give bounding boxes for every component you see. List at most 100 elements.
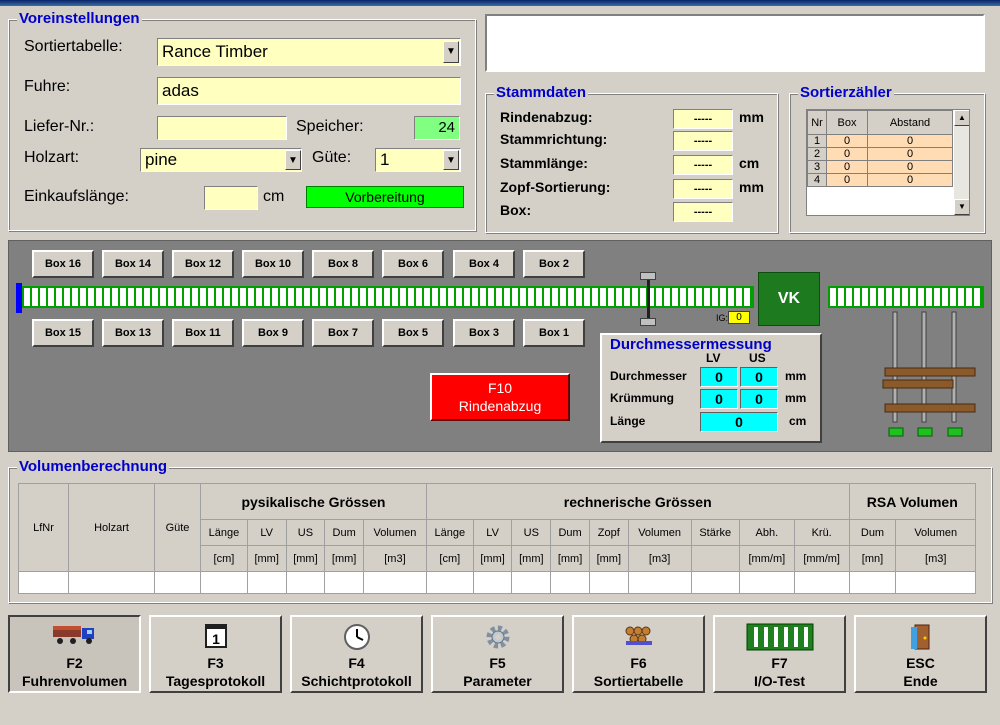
column-header: [m3] — [627, 545, 692, 572]
box-button[interactable]: Box 6 — [382, 250, 444, 278]
table-row[interactable]: 200 — [807, 147, 953, 161]
function-key-label: Schichtprotokoll — [301, 673, 412, 689]
function-key-f3[interactable]: 1 F3 Tagesprotokoll — [149, 615, 282, 693]
table-row[interactable]: 300 — [807, 160, 953, 174]
function-key-f5[interactable]: F5 Parameter — [431, 615, 564, 693]
column-header: [mm] — [550, 545, 590, 572]
master-data-unit: mm — [739, 109, 764, 125]
table-row[interactable]: 100 — [807, 134, 953, 148]
sorting-boxes-illustration — [882, 311, 976, 437]
wood-type-label: Holzart: — [24, 149, 80, 166]
box-button[interactable]: Box 16 — [32, 250, 94, 278]
circuit-board-icon — [715, 623, 844, 651]
box-button[interactable]: Box 15 — [32, 319, 94, 347]
delivery-no-label: Liefer-Nr.: — [24, 118, 95, 135]
scroll-down-icon[interactable]: ▼ — [954, 199, 969, 215]
column-header: Krü. — [793, 519, 850, 546]
bark-removal-button[interactable]: F10 Rindenabzug — [430, 373, 570, 421]
box-button[interactable]: Box 5 — [382, 319, 444, 347]
sort-table-select[interactable]: Rance Timber — [157, 38, 461, 66]
svg-text:1: 1 — [212, 631, 220, 647]
box-button[interactable]: Box 14 — [102, 250, 164, 278]
box-button[interactable]: Box 10 — [242, 250, 304, 278]
column-header: Nr — [807, 110, 827, 135]
function-key-label: I/O-Test — [753, 673, 806, 689]
box-button[interactable]: Box 7 — [312, 319, 374, 347]
diameter-unit: mm — [785, 369, 807, 383]
counter-nr: 4 — [807, 173, 827, 187]
chevron-down-icon[interactable]: ▼ — [285, 150, 301, 170]
column-header: [mm] — [511, 545, 552, 572]
group-header-rsa: RSA Volumen — [848, 483, 976, 520]
column-header: Länge — [200, 519, 248, 546]
table-row[interactable]: 400 — [807, 173, 953, 187]
clock-icon — [292, 623, 421, 651]
counter-distance: 0 — [867, 173, 953, 187]
column-header: Zopf — [588, 519, 629, 546]
logs-icon — [574, 623, 703, 651]
scroll-up-icon[interactable]: ▲ — [954, 110, 969, 126]
column-header: Abh. — [738, 519, 795, 546]
chevron-down-icon[interactable]: ▼ — [443, 150, 459, 170]
table-row[interactable] — [18, 571, 976, 594]
counter-nr: 1 — [807, 134, 827, 148]
box-button[interactable]: Box 3 — [453, 319, 515, 347]
master-data-value: ----- — [673, 131, 733, 151]
column-header: [mm] — [285, 545, 326, 572]
column-header: Länge — [425, 519, 474, 546]
box-button[interactable]: Box 8 — [312, 250, 374, 278]
master-data-value: ----- — [673, 179, 733, 199]
wood-type-select[interactable]: pine — [140, 148, 302, 172]
box-button[interactable]: Box 1 — [523, 319, 585, 347]
function-key-code: F6 — [630, 655, 647, 671]
sort-table-label: Sortiertabelle: — [24, 38, 123, 55]
column-header: US — [511, 519, 552, 546]
chevron-down-icon[interactable]: ▼ — [443, 41, 459, 63]
function-key-f6[interactable]: F6 Sortiertabelle — [572, 615, 705, 693]
column-header: [mm] — [246, 545, 287, 572]
ig-value: 0 — [728, 311, 750, 324]
curvature-us: 0 — [740, 389, 778, 409]
purchase-length-label: Einkaufslänge: — [24, 188, 129, 205]
master-data-title: Stammdaten — [494, 84, 589, 101]
diameter-title: Durchmessermessung — [610, 336, 772, 353]
master-data-label: Box: — [500, 202, 532, 218]
function-key-label: Fuhrenvolumen — [21, 673, 127, 689]
counter-nr: 2 — [807, 147, 827, 161]
col-us-header: US — [749, 351, 766, 365]
load-label: Fuhre: — [24, 78, 71, 95]
box-button[interactable]: Box 11 — [172, 319, 234, 347]
curvature-unit: mm — [785, 391, 807, 405]
load-input[interactable]: adas — [157, 77, 461, 105]
column-header: LV — [246, 519, 287, 546]
delivery-no-input[interactable] — [157, 116, 287, 140]
column-header: [mm] — [588, 545, 629, 572]
box-button[interactable]: Box 13 — [102, 319, 164, 347]
box-button[interactable]: Box 4 — [453, 250, 515, 278]
group-header-physical: pysikalische Grössen — [200, 483, 427, 520]
scrollbar[interactable]: ▲ ▼ — [954, 110, 969, 215]
function-key-code: F2 — [66, 655, 83, 671]
function-key-f4[interactable]: F4 Schichtprotokoll — [290, 615, 423, 693]
function-key-f7[interactable]: F7 I/O-Test — [713, 615, 846, 693]
group-header-calculated: rechnerische Grössen — [425, 483, 850, 520]
quality-label: Güte: — [312, 149, 352, 166]
status-badge: Vorbereitung — [306, 186, 464, 208]
function-key-esc[interactable]: ESC Ende — [854, 615, 987, 693]
conveyor-belt-exit — [828, 286, 984, 308]
master-data-unit: mm — [739, 179, 764, 195]
function-key-code: F4 — [348, 655, 365, 671]
box-button[interactable]: Box 9 — [242, 319, 304, 347]
function-key-f2[interactable]: F2 Fuhrenvolumen — [8, 615, 141, 693]
column-header: [mm] — [324, 545, 365, 572]
column-header: [m3] — [895, 545, 976, 572]
box-button[interactable]: Box 2 — [523, 250, 585, 278]
master-data-unit: cm — [739, 155, 760, 171]
function-key-code: F5 — [489, 655, 506, 671]
gate-sensor-icon — [640, 272, 656, 280]
purchase-length-input[interactable] — [204, 186, 258, 210]
column-header: Volumen — [627, 519, 692, 546]
box-button[interactable]: Box 12 — [172, 250, 234, 278]
diameter-label: Durchmesser — [610, 369, 687, 383]
ig-label: IG: — [716, 313, 729, 323]
